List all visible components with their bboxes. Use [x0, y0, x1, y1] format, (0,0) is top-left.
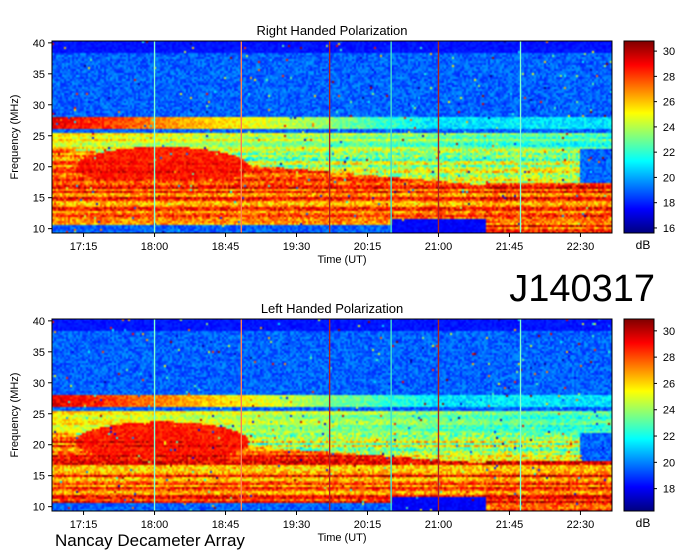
x-tick-label: 20:15: [354, 241, 382, 253]
colorbar-tick-label: 28: [663, 71, 675, 83]
x-tick-label: 18:45: [212, 241, 240, 253]
x-tick-label: 21:00: [425, 241, 453, 253]
x-tick-label: 21:45: [496, 519, 524, 531]
spectrum-heatmap: [52, 319, 612, 511]
x-tick-label: 19:30: [283, 241, 311, 253]
y-tick-label: 25: [33, 131, 45, 143]
colorbar: [623, 318, 655, 512]
colorbar-tick-label: 22: [663, 431, 675, 443]
x-tick-label: 17:15: [70, 519, 98, 531]
colorbar-tick-label: 20: [663, 172, 675, 184]
colorbar-label: dB: [636, 238, 651, 252]
x-tick-label: 18:00: [141, 519, 169, 531]
colorbar-label: dB: [636, 516, 651, 530]
panel-title: Left Handed Polarization: [261, 301, 403, 316]
y-tick-label: 10: [33, 224, 45, 236]
x-tick-label: 22:30: [567, 519, 595, 531]
event-id-label: J140317: [509, 268, 655, 310]
x-tick-label: 20:15: [354, 519, 382, 531]
panel-title: Right Handed Polarization: [256, 23, 407, 38]
y-tick-label: 15: [33, 193, 45, 205]
colorbar-tick-label: 26: [663, 378, 675, 390]
y-axis-label: Frequency (MHz): [9, 373, 21, 458]
x-tick-label: 22:30: [567, 241, 595, 253]
colorbar-tick-label: 24: [663, 122, 675, 134]
y-tick-label: 25: [33, 409, 45, 421]
dynamic-spectrum-figure: Right Handed Polarization 10 15 20 25 30 35 40 F…: [9, 23, 675, 550]
y-tick-label: 40: [33, 316, 45, 328]
y-tick-label: 20: [33, 162, 45, 174]
colorbar-tick-label: 28: [663, 352, 675, 364]
y-tick-label: 20: [33, 440, 45, 452]
y-tick-label: 30: [33, 378, 45, 390]
y-axis-label: Frequency (MHz): [9, 95, 21, 180]
x-tick-label: 19:30: [283, 519, 311, 531]
x-tick-label: 21:00: [425, 519, 453, 531]
x-tick-label: 21:45: [496, 241, 524, 253]
y-tick-label: 35: [33, 69, 45, 81]
colorbar-tick-label: 22: [663, 147, 675, 159]
x-tick-label: 17:15: [70, 241, 98, 253]
colorbar-tick-label: 16: [663, 223, 675, 235]
y-tick-label: 30: [33, 100, 45, 112]
x-axis-label: Time (UT): [317, 532, 366, 544]
y-tick-label: 15: [33, 471, 45, 483]
colorbar-tick-label: 18: [663, 484, 675, 496]
spectrum-panel: Left Handed Polarization 10 15 20 25 30 35 40 Fr…: [9, 301, 675, 544]
spectrum-panel: Right Handed Polarization 10 15 20 25 30 35 40 F…: [9, 23, 675, 266]
y-tick-label: 35: [33, 347, 45, 359]
x-tick-label: 18:00: [141, 241, 169, 253]
colorbar-tick-label: 18: [663, 198, 675, 210]
colorbar-tick-label: 26: [663, 97, 675, 109]
colorbar-tick-label: 24: [663, 405, 675, 417]
colorbar: [623, 40, 655, 234]
colorbar-tick-label: 30: [663, 326, 675, 338]
colorbar-tick-label: 20: [663, 457, 675, 469]
instrument-label: Nancay Decameter Array: [55, 531, 245, 550]
x-axis-label: Time (UT): [317, 254, 366, 266]
spectrum-heatmap: [52, 41, 612, 233]
y-tick-label: 10: [33, 502, 45, 514]
y-tick-label: 40: [33, 38, 45, 50]
colorbar-tick-label: 30: [663, 46, 675, 58]
x-tick-label: 18:45: [212, 519, 240, 531]
